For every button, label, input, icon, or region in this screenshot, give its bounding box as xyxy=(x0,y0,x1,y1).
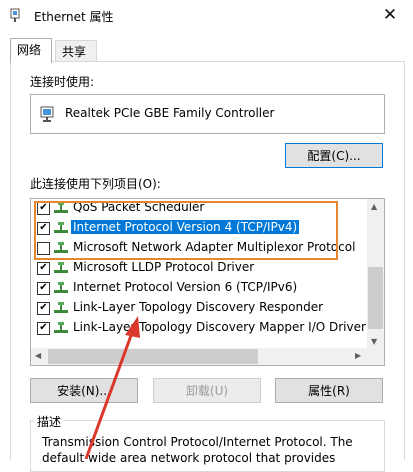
tab-network-label: 网络 xyxy=(17,43,42,57)
ethernet-properties-dialog: Ethernet 属性 ✕ 网络 共享 连接时使用: Realtek PCIe … xyxy=(0,0,413,472)
tab-network[interactable]: 网络 xyxy=(10,38,52,63)
annotation-arrow xyxy=(84,316,140,459)
